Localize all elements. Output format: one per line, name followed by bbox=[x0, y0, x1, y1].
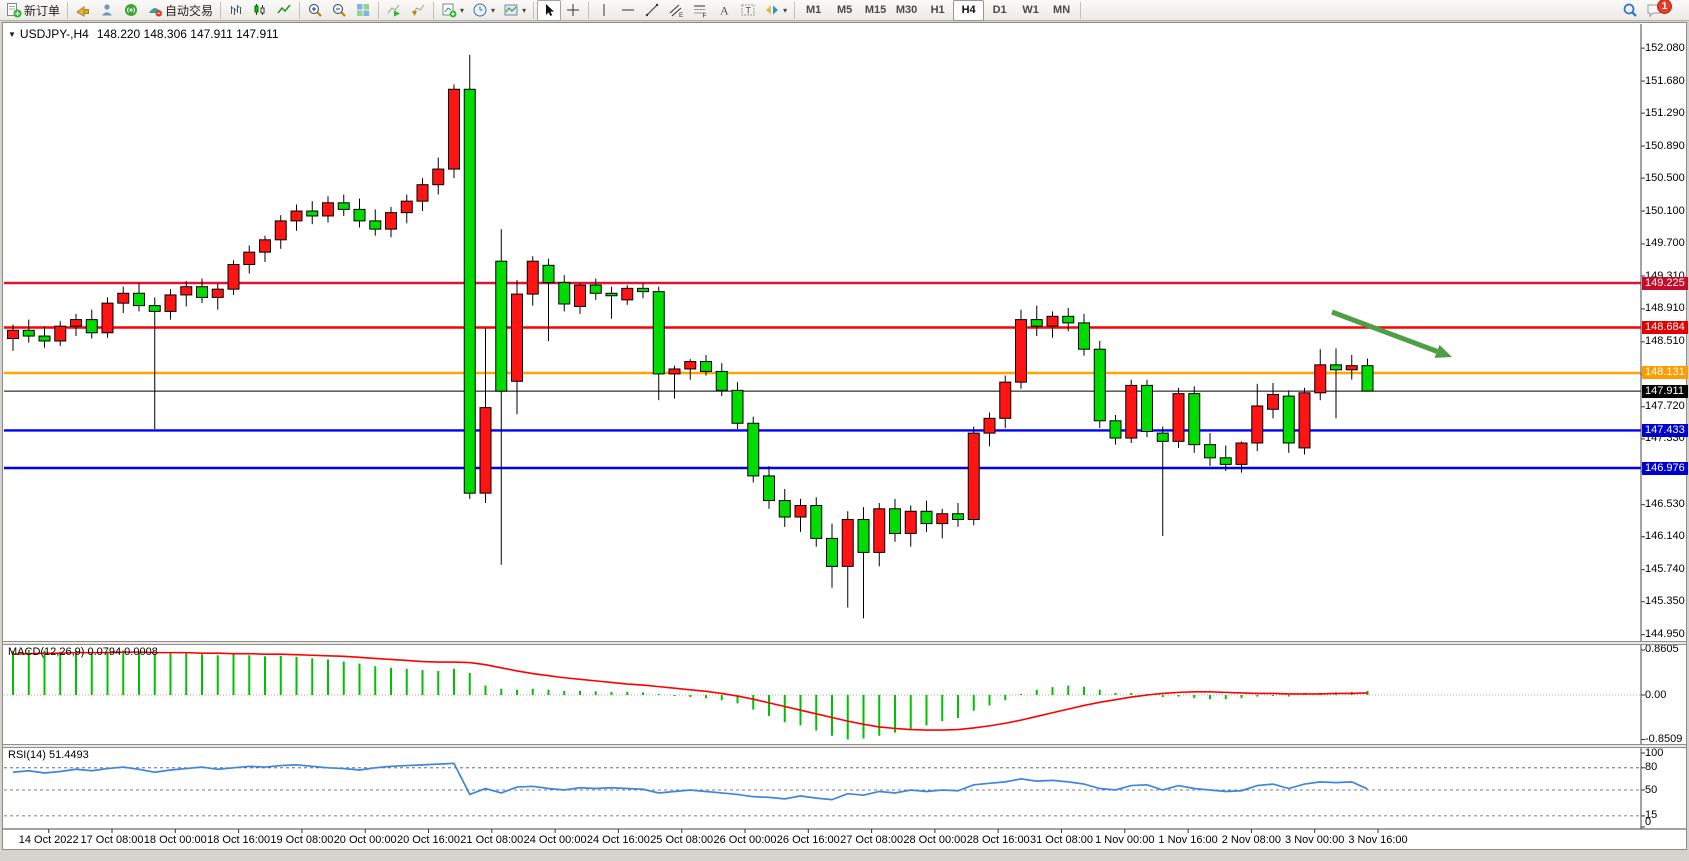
macd-panel[interactable] bbox=[3, 645, 1640, 744]
price-axis[interactable] bbox=[1641, 24, 1688, 829]
time-axis[interactable] bbox=[3, 829, 1640, 849]
rsi-panel[interactable] bbox=[3, 748, 1640, 828]
main-price-panel[interactable] bbox=[3, 24, 1640, 641]
mt4-application: 新订单自动交易▾▾▾EFAT▾M1M5M15M30H1H4D1W1MN1 ▼US… bbox=[0, 0, 1689, 861]
